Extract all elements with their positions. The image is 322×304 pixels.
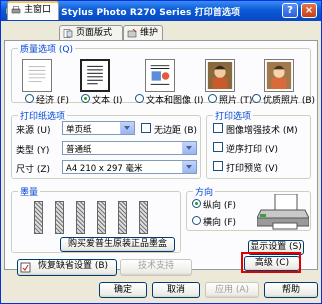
quality-text-image-radio[interactable] — [135, 94, 144, 103]
size-label: 尺寸 (Z) — [16, 165, 51, 175]
orientation-group: 方向 纵向 (F) 横向 (F) — [186, 185, 311, 231]
paper-type-value: 普通纸 — [66, 145, 92, 155]
quality-text-radio[interactable] — [81, 94, 90, 103]
portrait-radio[interactable] — [192, 199, 201, 208]
ink-cartridge — [55, 201, 64, 234]
page-layout-tab-icon — [63, 29, 73, 38]
ink-levels-title: 墨量 — [18, 185, 41, 198]
paper-size-value: A4 210 x 297 毫米 — [66, 164, 143, 174]
borderless-checkbox[interactable] — [141, 123, 151, 133]
restore-defaults-button[interactable]: 恢复缺省设置 (B) — [17, 259, 117, 276]
highlight-box — [241, 252, 301, 273]
quality-economy-radio[interactable] — [25, 94, 34, 103]
economy-thumbnail — [22, 59, 52, 92]
tab-maintenance-label: 维护 — [140, 28, 159, 38]
chevron-down-icon — [182, 161, 196, 173]
quality-group-title: 质量选项 (Q) — [18, 42, 75, 55]
text-thumbnail — [80, 59, 110, 92]
source-select[interactable]: 单页纸 — [62, 121, 135, 135]
paper-options-group: 打印纸选项 来源 (U) 单页纸 无边距 (B) 类型 (Y) 普通纸 尺寸 (… — [11, 109, 201, 179]
print-options-title: 打印选项 — [213, 109, 254, 122]
orientation-title: 方向 — [193, 185, 216, 198]
printer-tab-icon — [11, 6, 21, 14]
tab-page-layout[interactable]: 页面版式 — [59, 25, 123, 40]
quality-photo-radio[interactable] — [208, 94, 217, 103]
apply-button[interactable]: 应用 (A) — [205, 282, 259, 298]
ink-cartridge — [97, 201, 106, 234]
landscape-label: 横向 (F) — [203, 218, 237, 228]
source-value: 单页纸 — [66, 125, 92, 135]
reverse-order-checkbox[interactable] — [213, 142, 223, 152]
source-label: 来源 (U) — [16, 126, 51, 136]
tech-support-button[interactable]: 技术支持 — [120, 259, 192, 276]
paper-size-select[interactable]: A4 210 x 297 毫米 — [62, 160, 197, 174]
tab-maintenance[interactable]: 维护 — [123, 25, 163, 40]
cancel-button[interactable]: 取消 — [152, 282, 200, 298]
ok-button[interactable]: 确定 — [99, 282, 147, 298]
print-preview-checkbox[interactable] — [213, 161, 223, 171]
ink-levels-group: 墨量 购买爱普生原装正品墨盒 — [11, 185, 181, 253]
tab-page-layout-label: 页面版式 — [76, 28, 113, 38]
image-enhance-label: 图像增强技术 (M) — [226, 126, 298, 136]
print-preview-label: 打印预览 (V) — [226, 164, 279, 174]
photo-thumbnail — [205, 59, 235, 92]
ink-cartridge — [34, 201, 43, 234]
type-label: 类型 (Y) — [16, 146, 50, 156]
best-photo-thumbnail — [264, 59, 294, 92]
quality-group: 质量选项 (Q) 经济 (F) 文本 (I) 文本和图像 (I) 照片 (T) … — [11, 42, 315, 106]
tab-main-label: 主窗口 — [24, 5, 52, 15]
restore-defaults-label: 恢复缺省设置 (B) — [37, 261, 109, 271]
buy-ink-button[interactable]: 购买爱普生原装正品墨盒 — [60, 237, 175, 252]
quality-best-photo-radio[interactable] — [252, 94, 261, 103]
text-image-thumbnail — [145, 59, 175, 92]
ink-cartridge — [76, 201, 85, 234]
help-button[interactable]: 帮助 — [264, 282, 318, 298]
printer-orientation-icon — [257, 194, 309, 230]
quality-text-image-label: 文本和图像 (I) — [146, 96, 204, 106]
quality-best-photo-label: 优质照片 (B) — [263, 96, 316, 106]
image-enhance-checkbox[interactable] — [213, 123, 223, 133]
landscape-radio[interactable] — [192, 216, 201, 225]
quality-photo-label: 照片 (T) — [219, 96, 253, 106]
paper-type-select[interactable]: 普通纸 — [62, 141, 197, 155]
help-title-button[interactable]: ? — [282, 3, 298, 18]
maintenance-tab-icon — [127, 29, 137, 38]
print-options-group: 打印选项 图像增强技术 (M) 逆序打印 (V) 打印预览 (V) — [206, 109, 311, 179]
main-tab-panel: 质量选项 (Q) 经济 (F) 文本 (I) 文本和图像 (I) 照片 (T) … — [4, 40, 318, 276]
borderless-label: 无边距 (B) — [154, 126, 198, 136]
quality-economy-label: 经济 (F) — [36, 96, 70, 106]
quality-text-label: 文本 (I) — [92, 96, 123, 106]
chevron-down-icon — [182, 142, 196, 154]
paper-options-title: 打印纸选项 — [18, 109, 68, 122]
printer-preferences-window: EPSON Stylus Photo R270 Series 打印首选项 ? ×… — [0, 0, 322, 304]
portrait-label: 纵向 (F) — [203, 201, 237, 211]
tab-main[interactable]: 主窗口 — [7, 1, 59, 20]
reverse-order-label: 逆序打印 (V) — [226, 145, 279, 155]
ink-cartridge — [118, 201, 127, 234]
close-button[interactable]: × — [301, 3, 317, 18]
chevron-down-icon — [120, 122, 134, 134]
ink-cartridge — [139, 201, 148, 234]
restore-icon — [20, 262, 31, 273]
